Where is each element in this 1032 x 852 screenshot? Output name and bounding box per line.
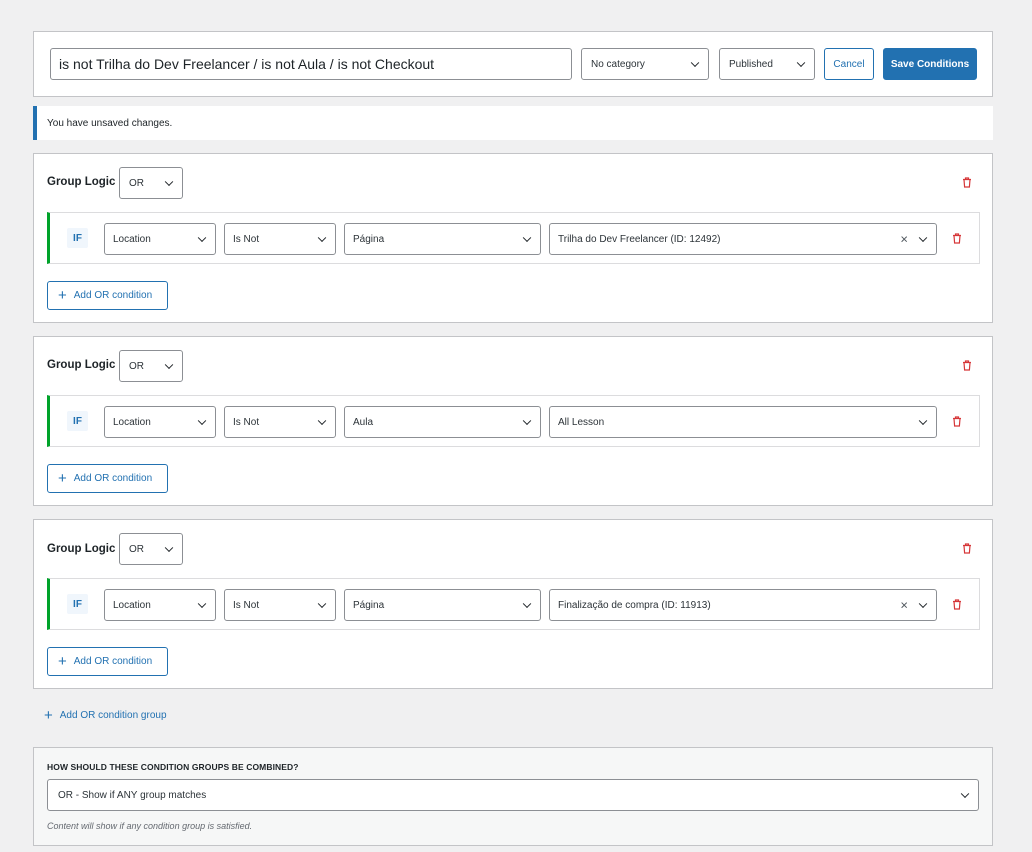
field-select-value: Location [113, 599, 151, 611]
notice-text: You have unsaved changes. [47, 117, 173, 129]
if-badge: IF [67, 411, 88, 431]
field-select[interactable]: Location [104, 406, 216, 438]
value-select-value: All Lesson [558, 416, 605, 428]
group-logic-value: OR [129, 360, 144, 372]
chevron-down-icon [317, 599, 327, 609]
add-or-condition-button[interactable]: + Add OR condition [47, 281, 168, 310]
add-or-condition-group-link[interactable]: + Add OR condition group [44, 708, 167, 723]
condition-row: IF Location Is Not Aula All Lesson [47, 395, 980, 447]
combine-groups-panel: HOW SHOULD THESE CONDITION GROUPS BE COM… [33, 747, 993, 846]
clear-icon[interactable]: × [900, 233, 908, 246]
chevron-down-icon [164, 360, 174, 370]
clear-icon[interactable]: × [900, 599, 908, 612]
status-select-value: Published [729, 58, 773, 70]
value-select-value: Finalização de compra (ID: 11913) [558, 599, 711, 611]
operator-select[interactable]: Is Not [224, 589, 336, 621]
operator-select-value: Is Not [233, 233, 260, 245]
plus-icon: + [58, 470, 67, 487]
category-select-value: No category [591, 58, 645, 70]
chevron-down-icon [164, 177, 174, 187]
type-select[interactable]: Aula [344, 406, 541, 438]
condition-group: Group Logic OR IF Location Is Not Página… [33, 519, 993, 689]
group-logic-label: Group Logic [47, 543, 116, 555]
chevron-down-icon [197, 233, 207, 243]
operator-select[interactable]: Is Not [224, 223, 336, 255]
value-select-value: Trilha do Dev Freelancer (ID: 12492) [558, 233, 721, 245]
group-logic-label: Group Logic [47, 176, 116, 188]
delete-group-icon[interactable] [962, 360, 972, 371]
condition-group: Group Logic OR IF Location Is Not Aula A… [33, 336, 993, 506]
add-or-condition-button[interactable]: + Add OR condition [47, 464, 168, 493]
add-or-condition-button[interactable]: + Add OR condition [47, 647, 168, 676]
condition-group: Group Logic OR IF Location Is Not Página… [33, 153, 993, 323]
type-select-value: Aula [353, 416, 374, 428]
add-or-condition-label: Add OR condition [73, 290, 153, 301]
add-or-condition-label: Add OR condition [73, 656, 153, 667]
cancel-button[interactable]: Cancel [824, 48, 874, 80]
condition-row: IF Location Is Not Página Trilha do Dev … [47, 212, 980, 264]
group-logic-select[interactable]: OR [119, 533, 183, 565]
group-logic-value: OR [129, 177, 144, 189]
chevron-down-icon [918, 599, 928, 609]
value-select[interactable]: Finalização de compra (ID: 11913) × [549, 589, 937, 621]
chevron-down-icon [522, 599, 532, 609]
combine-groups-value: OR - Show if ANY group matches [58, 789, 207, 801]
if-badge: IF [67, 228, 88, 248]
title-input[interactable]: is not Trilha do Dev Freelancer / is not… [50, 48, 572, 80]
operator-select-value: Is Not [233, 416, 260, 428]
type-select[interactable]: Página [344, 589, 541, 621]
condition-row: IF Location Is Not Página Finalização de… [47, 578, 980, 630]
group-logic-select[interactable]: OR [119, 167, 183, 199]
combine-groups-help: Content will show if any condition group… [47, 821, 253, 831]
value-select[interactable]: Trilha do Dev Freelancer (ID: 12492) × [549, 223, 937, 255]
group-logic-value: OR [129, 543, 144, 555]
chevron-down-icon [960, 789, 970, 799]
chevron-down-icon [918, 233, 928, 243]
chevron-down-icon [690, 58, 700, 68]
category-select[interactable]: No category [581, 48, 709, 80]
chevron-down-icon [197, 599, 207, 609]
type-select-value: Página [353, 233, 385, 245]
status-select[interactable]: Published [719, 48, 815, 80]
unsaved-changes-notice: You have unsaved changes. [33, 106, 993, 140]
plus-icon: + [58, 287, 67, 304]
operator-select[interactable]: Is Not [224, 406, 336, 438]
group-logic-select[interactable]: OR [119, 350, 183, 382]
combine-groups-label: HOW SHOULD THESE CONDITION GROUPS BE COM… [47, 762, 299, 772]
plus-icon: + [58, 653, 67, 670]
add-or-condition-group-label: Add OR condition group [59, 710, 167, 721]
delete-group-icon[interactable] [962, 177, 972, 188]
combine-groups-select[interactable]: OR - Show if ANY group matches [47, 779, 979, 811]
header-panel: is not Trilha do Dev Freelancer / is not… [33, 31, 993, 97]
type-select-value: Página [353, 599, 385, 611]
chevron-down-icon [522, 416, 532, 426]
type-select[interactable]: Página [344, 223, 541, 255]
field-select[interactable]: Location [104, 589, 216, 621]
group-logic-label: Group Logic [47, 359, 116, 371]
chevron-down-icon [317, 416, 327, 426]
delete-condition-icon[interactable] [952, 416, 962, 427]
plus-icon: + [44, 707, 53, 724]
field-select-value: Location [113, 233, 151, 245]
field-select-value: Location [113, 416, 151, 428]
save-conditions-button[interactable]: Save Conditions [883, 48, 977, 80]
chevron-down-icon [164, 543, 174, 553]
value-select[interactable]: All Lesson [549, 406, 937, 438]
delete-condition-icon[interactable] [952, 599, 962, 610]
chevron-down-icon [796, 58, 806, 68]
add-or-condition-label: Add OR condition [73, 473, 153, 484]
delete-group-icon[interactable] [962, 543, 972, 554]
chevron-down-icon [918, 416, 928, 426]
chevron-down-icon [197, 416, 207, 426]
delete-condition-icon[interactable] [952, 233, 962, 244]
operator-select-value: Is Not [233, 599, 260, 611]
chevron-down-icon [317, 233, 327, 243]
chevron-down-icon [522, 233, 532, 243]
field-select[interactable]: Location [104, 223, 216, 255]
if-badge: IF [67, 594, 88, 614]
